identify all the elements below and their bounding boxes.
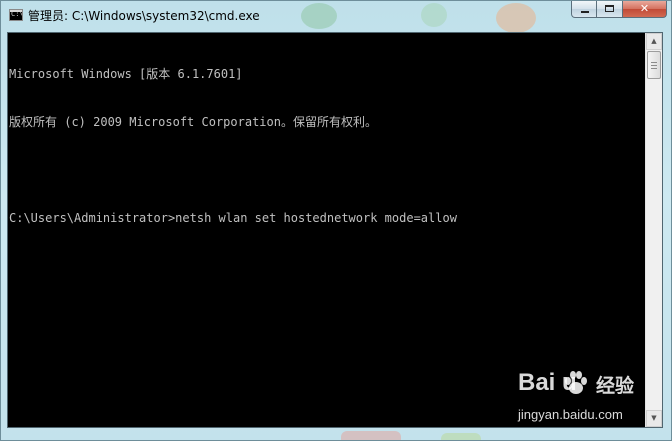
command-line[interactable]: C:\Users\Administrator>netsh wlan set ho… <box>9 210 639 226</box>
minimize-button[interactable] <box>571 1 597 18</box>
close-button[interactable]: ✕ <box>623 1 667 18</box>
cmd-icon[interactable]: C:\ <box>9 9 23 21</box>
caption-buttons: ✕ <box>571 1 667 19</box>
thumb-grip <box>651 68 657 69</box>
cmd-window: C:\ 管理员: C:\Windows\system32\cmd.exe ✕ M… <box>0 0 672 441</box>
background-decoration <box>341 431 401 440</box>
thumb-grip <box>651 62 657 63</box>
console-area[interactable]: Microsoft Windows [版本 6.1.7601] 版权所有 (c)… <box>7 32 663 428</box>
window-title: 管理员: C:\Windows\system32\cmd.exe <box>28 9 260 23</box>
minimize-icon <box>581 11 589 13</box>
scroll-up-button[interactable]: ▲ <box>646 33 662 50</box>
close-icon: ✕ <box>639 2 650 15</box>
maximize-icon <box>605 5 614 12</box>
scroll-down-button[interactable]: ▼ <box>646 410 662 427</box>
console-line: 版权所有 (c) 2009 Microsoft Corporation。保留所有… <box>9 115 377 129</box>
thumb-grip <box>651 65 657 66</box>
maximize-button[interactable] <box>597 1 623 18</box>
console-line: Microsoft Windows [版本 6.1.7601] <box>9 67 243 81</box>
console-output[interactable]: Microsoft Windows [版本 6.1.7601] 版权所有 (c)… <box>9 34 639 258</box>
background-decoration <box>441 433 481 440</box>
title-bar[interactable]: C:\ 管理员: C:\Windows\system32\cmd.exe ✕ <box>1 1 671 31</box>
vertical-scrollbar[interactable]: ▲ ▼ <box>645 33 662 427</box>
scroll-thumb[interactable] <box>647 51 661 79</box>
